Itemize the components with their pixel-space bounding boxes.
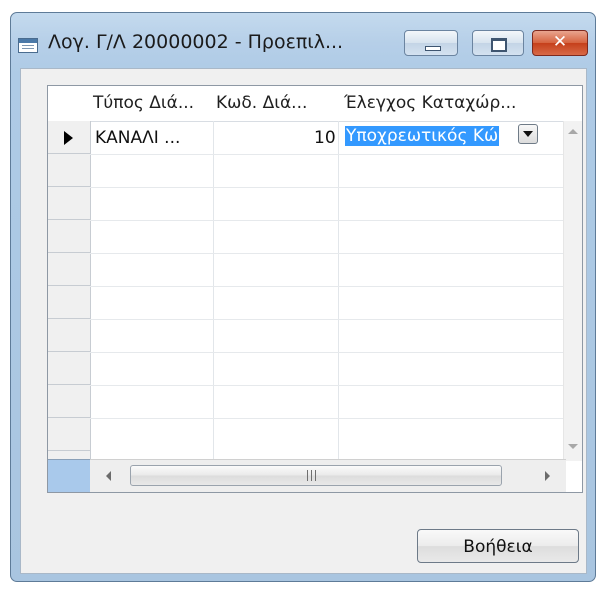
close-icon: ✕ [552, 32, 568, 52]
row-divider [90, 385, 570, 386]
row-selector[interactable] [48, 253, 90, 286]
minimize-button[interactable] [404, 30, 458, 56]
row-selector[interactable] [48, 352, 90, 385]
maximize-button[interactable] [472, 30, 524, 56]
cell-type[interactable]: ΚΑΝΑΛΙ ... [95, 128, 180, 148]
column-divider [213, 121, 214, 461]
column-header-type[interactable]: Τύπος Διά... [93, 93, 194, 113]
maximize-icon [491, 38, 507, 52]
posting-control-value[interactable]: Υποχρεωτικός Κώ [345, 126, 500, 146]
row-selector-column [48, 121, 91, 461]
row-selector[interactable] [48, 385, 90, 418]
column-divider [338, 121, 339, 461]
row-selector[interactable] [48, 220, 90, 253]
current-row-arrow-icon [64, 131, 73, 145]
scroll-left-icon[interactable] [106, 471, 111, 481]
row-divider [90, 286, 570, 287]
window-title: Λογ. Γ/Λ 20000002 - Προεπιλ... [48, 31, 344, 53]
row-selector[interactable] [48, 187, 90, 220]
column-header-code[interactable]: Κωδ. Διά... [216, 93, 307, 113]
row-selector[interactable] [48, 418, 90, 451]
horizontal-scroll-thumb[interactable] [130, 465, 502, 486]
cell-code[interactable]: 10 [314, 128, 336, 148]
scroll-right-icon[interactable] [545, 471, 550, 481]
row-divider [90, 220, 570, 221]
minimize-icon [425, 46, 441, 51]
row-divider [90, 187, 570, 188]
dropdown-button[interactable] [518, 124, 538, 144]
close-button[interactable]: ✕ [532, 30, 588, 56]
row-divider [90, 418, 570, 419]
row-selector[interactable] [48, 121, 90, 154]
table-window-icon [18, 38, 38, 53]
scroll-grip-icon [307, 470, 319, 481]
scroll-up-icon[interactable] [568, 129, 578, 134]
grid-header: Τύπος Διά... Κωδ. Διά... Έλεγχος Καταχώρ… [48, 86, 582, 122]
horizontal-scrollbar[interactable] [90, 459, 566, 492]
row-selector[interactable] [48, 286, 90, 319]
row-divider [90, 154, 570, 155]
row-selector[interactable] [48, 154, 90, 187]
column-header-posting-control[interactable]: Έλεγχος Καταχώρ... [344, 93, 516, 113]
row-selector[interactable] [48, 319, 90, 352]
help-button[interactable]: Βοήθεια [417, 529, 579, 563]
vertical-scrollbar[interactable] [563, 121, 582, 461]
scroll-down-icon[interactable] [568, 444, 578, 449]
posting-control-edit-field[interactable]: Υποχρεωτικός Κώ [345, 124, 520, 151]
row-divider [90, 253, 570, 254]
grid-corner [48, 459, 90, 492]
data-grid: Τύπος Διά... Κωδ. Διά... Έλεγχος Καταχώρ… [47, 85, 583, 493]
row-divider [90, 319, 570, 320]
row-divider [90, 352, 570, 353]
